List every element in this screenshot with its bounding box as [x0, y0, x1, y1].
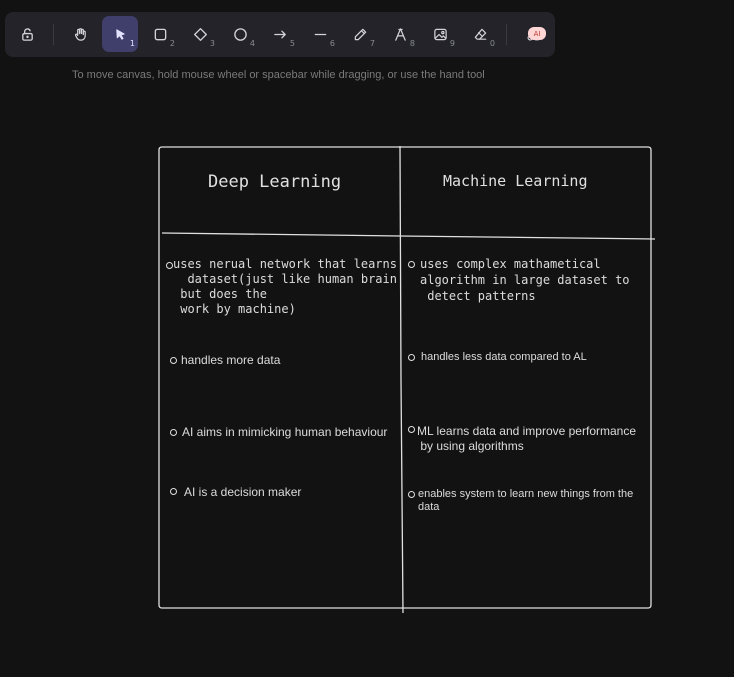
bullet-point: [170, 488, 177, 495]
bullet-point: [166, 262, 173, 269]
deep-learning-point-3: AI aims in mimicking human behaviour: [182, 425, 388, 439]
bullet-point: [408, 354, 415, 361]
machine-learning-heading: Machine Learning: [443, 172, 588, 190]
deep-learning-point-2: handles more data: [181, 353, 281, 367]
machine-learning-point-3: ML learns data and improve performance b…: [417, 424, 636, 453]
table-header-divider: [161, 232, 656, 240]
bullet-point: [408, 426, 415, 433]
bullet-point: [170, 429, 177, 436]
machine-learning-point-2: handles less data compared to AL: [421, 351, 587, 363]
bullet-point: [408, 261, 415, 268]
comparison-table-drawing[interactable]: [0, 0, 734, 677]
table-outline: [158, 146, 652, 609]
table-column-divider: [399, 145, 404, 614]
deep-learning-point-1: uses nerual network that learns dataset(…: [173, 257, 397, 316]
machine-learning-point-1: uses complex mathametical algorithm in l…: [420, 257, 630, 303]
deep-learning-point-4: AI is a decision maker: [184, 485, 302, 499]
bullet-point: [408, 491, 415, 498]
deep-learning-heading: Deep Learning: [208, 172, 342, 192]
machine-learning-point-4: enables system to learn new things from …: [418, 488, 634, 513]
bullet-point: [170, 357, 177, 364]
